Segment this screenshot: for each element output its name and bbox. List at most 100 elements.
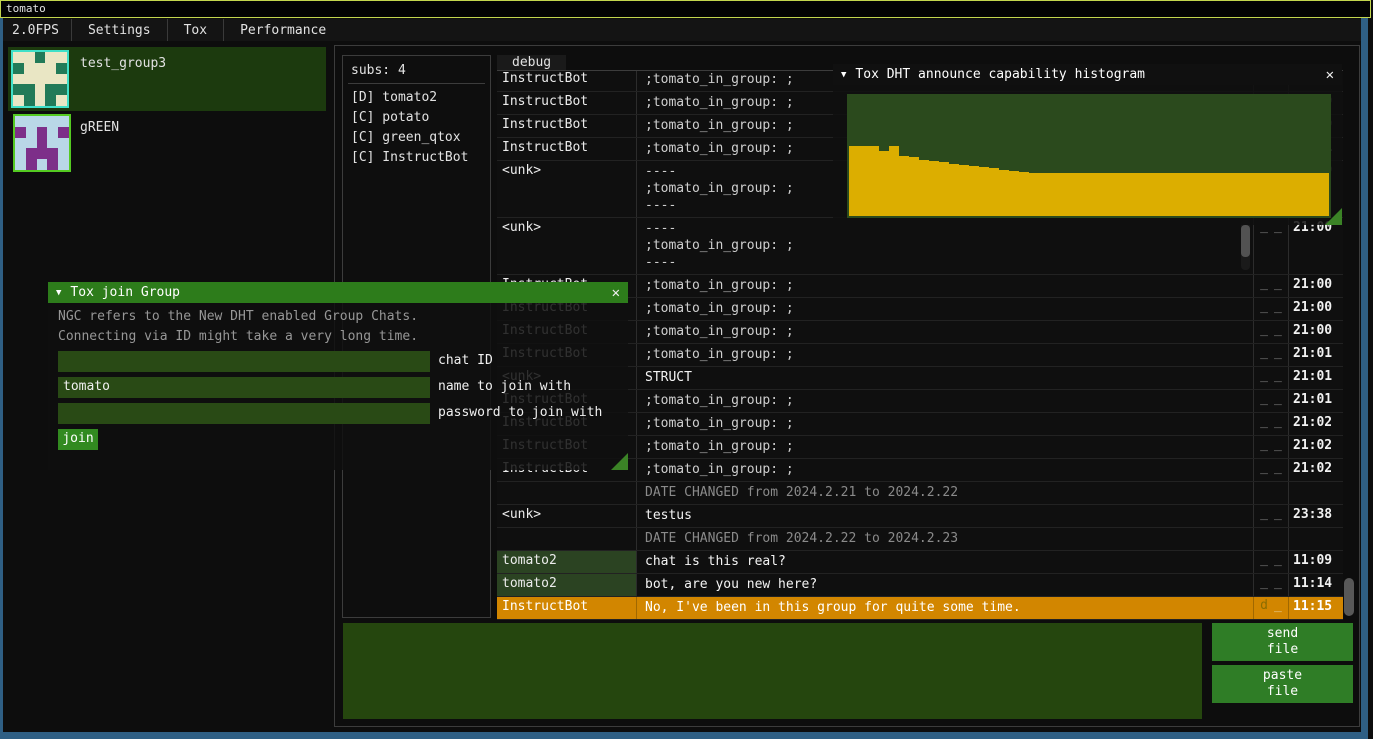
collapse-icon[interactable]: ▼ bbox=[56, 288, 61, 298]
send-file-button[interactable]: send file bbox=[1212, 623, 1353, 661]
chat-message-text: ;tomato_in_group: ; bbox=[637, 459, 1253, 481]
collapse-icon[interactable]: ▼ bbox=[841, 70, 846, 80]
close-icon[interactable]: ✕ bbox=[1326, 68, 1334, 82]
close-icon[interactable]: ✕ bbox=[612, 286, 620, 300]
histogram-bar bbox=[909, 157, 919, 216]
delivery-mark: _ bbox=[1260, 219, 1268, 274]
histogram-bar bbox=[1179, 173, 1189, 216]
sidebar-group-test_group3[interactable]: test_group3 bbox=[8, 47, 326, 111]
histogram-bar bbox=[1079, 173, 1089, 216]
subs-separator bbox=[348, 83, 485, 84]
chat-timestamp: 21:00 bbox=[1288, 298, 1343, 320]
delivery-indicator: __ bbox=[1253, 218, 1288, 274]
chat-row: InstructBotNo, I've been in this group f… bbox=[497, 597, 1343, 620]
group-avatar bbox=[13, 114, 71, 172]
histogram-bar bbox=[1279, 173, 1289, 216]
delivery-mark: _ bbox=[1260, 299, 1268, 320]
delivery-mark: _ bbox=[1274, 460, 1282, 481]
menu-item-settings[interactable]: Settings bbox=[72, 23, 167, 38]
join-name-input[interactable]: tomato bbox=[58, 377, 430, 398]
histogram-bar bbox=[1169, 173, 1179, 216]
resize-grip[interactable] bbox=[1325, 208, 1342, 225]
delivery-indicator: __ bbox=[1253, 344, 1288, 366]
histogram-bar bbox=[979, 167, 989, 216]
delivery-indicator bbox=[1253, 528, 1288, 550]
histogram-bar bbox=[919, 160, 929, 216]
delivery-mark: _ bbox=[1274, 276, 1282, 297]
window-title: tomato bbox=[6, 2, 46, 15]
delivery-mark: _ bbox=[1260, 391, 1268, 412]
subs-count-label: subs: 4 bbox=[343, 56, 490, 83]
chat-sender-name: InstructBot bbox=[497, 71, 637, 91]
window-border-bottom bbox=[3, 732, 1361, 739]
group-name-label: test_group3 bbox=[80, 56, 166, 71]
dht-histogram-titlebar[interactable]: ▼ Tox DHT announce capability histogram … bbox=[833, 64, 1342, 85]
delivery-mark: _ bbox=[1274, 368, 1282, 389]
message-scrollbar-thumb[interactable] bbox=[1241, 225, 1250, 257]
sidebar-group-gREEN[interactable]: gREEN bbox=[8, 111, 326, 175]
histogram-bar bbox=[1219, 173, 1229, 216]
histogram-bar bbox=[869, 146, 879, 216]
tab-debug[interactable]: debug bbox=[497, 55, 566, 70]
chat-timestamp: 21:02 bbox=[1288, 413, 1343, 435]
chat-timestamp: 21:02 bbox=[1288, 459, 1343, 481]
delivery-mark: _ bbox=[1260, 276, 1268, 297]
delivery-indicator: __ bbox=[1253, 574, 1288, 596]
delivery-mark: _ bbox=[1274, 322, 1282, 343]
chat-timestamp: 11:09 bbox=[1288, 551, 1343, 573]
resize-grip[interactable] bbox=[611, 453, 628, 470]
histogram-bar bbox=[969, 166, 979, 216]
chat-row: <unk>testus__23:38 bbox=[497, 505, 1343, 528]
histogram-bar bbox=[949, 164, 959, 216]
join-password-input[interactable] bbox=[58, 403, 430, 424]
delivery-mark: _ bbox=[1260, 552, 1268, 573]
delivery-indicator: __ bbox=[1253, 321, 1288, 343]
group-avatar bbox=[11, 50, 69, 108]
delivery-mark: _ bbox=[1274, 506, 1282, 527]
delivery-mark: _ bbox=[1260, 506, 1268, 527]
delivery-mark: _ bbox=[1274, 345, 1282, 366]
message-scrollbar[interactable] bbox=[1241, 220, 1250, 270]
chat-sender-name: InstructBot bbox=[497, 597, 637, 619]
group-name-label: gREEN bbox=[80, 120, 119, 135]
message-input[interactable] bbox=[343, 623, 1202, 719]
chat-sender-name: tomato2 bbox=[497, 551, 637, 573]
chat-message-text: STRUCT bbox=[637, 367, 1253, 389]
menu-item-performance[interactable]: Performance bbox=[224, 23, 342, 38]
chat-id-input[interactable] bbox=[58, 351, 430, 372]
join-button[interactable]: join bbox=[58, 429, 98, 450]
histogram-bar bbox=[899, 156, 909, 216]
histogram-bar bbox=[959, 165, 969, 216]
dht-histogram-title: Tox DHT announce capability histogram bbox=[855, 67, 1145, 82]
subs-member: [C] InstructBot bbox=[343, 148, 490, 168]
histogram-bar bbox=[1189, 173, 1199, 216]
histogram-bar bbox=[1159, 173, 1169, 216]
chat-message-text: ;tomato_in_group: ; bbox=[637, 275, 1253, 297]
chat-scrollbar-thumb[interactable] bbox=[1344, 578, 1354, 616]
chat-row: tomato2chat is this real?__11:09 bbox=[497, 551, 1343, 574]
histogram-bar bbox=[1119, 173, 1129, 216]
menu-item-tox[interactable]: Tox bbox=[168, 23, 223, 38]
histogram-bar bbox=[1259, 173, 1269, 216]
histogram-bar bbox=[1089, 173, 1099, 216]
os-titlebar[interactable]: tomato bbox=[0, 0, 1371, 18]
chat-message-text: DATE CHANGED from 2024.2.21 to 2024.2.22 bbox=[637, 482, 1253, 504]
histogram-bar bbox=[1209, 173, 1219, 216]
histogram-bar bbox=[1149, 173, 1159, 216]
chat-timestamp: 21:00 bbox=[1288, 275, 1343, 297]
chat-sender-name: InstructBot bbox=[497, 92, 637, 114]
histogram-bar bbox=[989, 168, 999, 216]
paste-file-button[interactable]: paste file bbox=[1212, 665, 1353, 703]
dht-capability-histogram-plot bbox=[847, 94, 1331, 218]
chat-sender-name: <unk> bbox=[497, 218, 637, 274]
chat-row: <unk>---- ;tomato_in_group: ; ----__21:0… bbox=[497, 218, 1343, 275]
delivery-mark: _ bbox=[1274, 391, 1282, 412]
join-group-titlebar[interactable]: ▼ Tox join Group ✕ bbox=[48, 282, 628, 303]
histogram-bar bbox=[1029, 173, 1039, 216]
delivery-mark: _ bbox=[1260, 575, 1268, 596]
window-border-left bbox=[0, 18, 3, 739]
histogram-bar bbox=[1129, 173, 1139, 216]
histogram-bar bbox=[1299, 173, 1309, 216]
chat-message-text: ;tomato_in_group: ; bbox=[637, 436, 1253, 458]
delivery-indicator: __ bbox=[1253, 551, 1288, 573]
